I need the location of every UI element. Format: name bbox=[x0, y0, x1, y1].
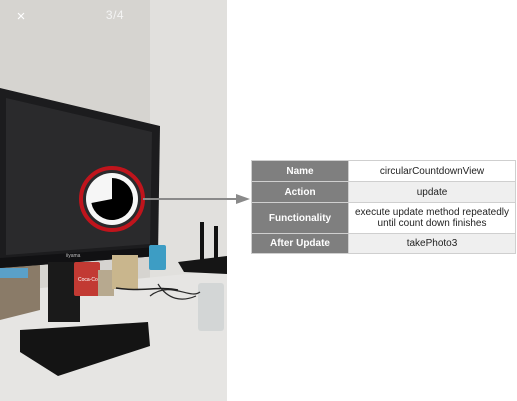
table-row: Functionality execute update method repe… bbox=[251, 202, 516, 234]
connector-arrow-icon bbox=[236, 194, 250, 204]
row-key: Action bbox=[251, 181, 349, 203]
table-row: After Update takePhoto3 bbox=[251, 233, 516, 254]
row-key: Name bbox=[251, 160, 349, 182]
row-value: takePhoto3 bbox=[348, 233, 516, 254]
row-value: execute update method repeatedly until c… bbox=[348, 202, 516, 234]
row-value: update bbox=[348, 181, 516, 203]
row-key: After Update bbox=[251, 233, 349, 254]
row-key: Functionality bbox=[251, 202, 349, 234]
table-row: Action update bbox=[251, 181, 516, 203]
component-info-table: Name circularCountdownView Action update… bbox=[251, 160, 516, 254]
row-value: circularCountdownView bbox=[348, 160, 516, 182]
table-row: Name circularCountdownView bbox=[251, 160, 516, 182]
